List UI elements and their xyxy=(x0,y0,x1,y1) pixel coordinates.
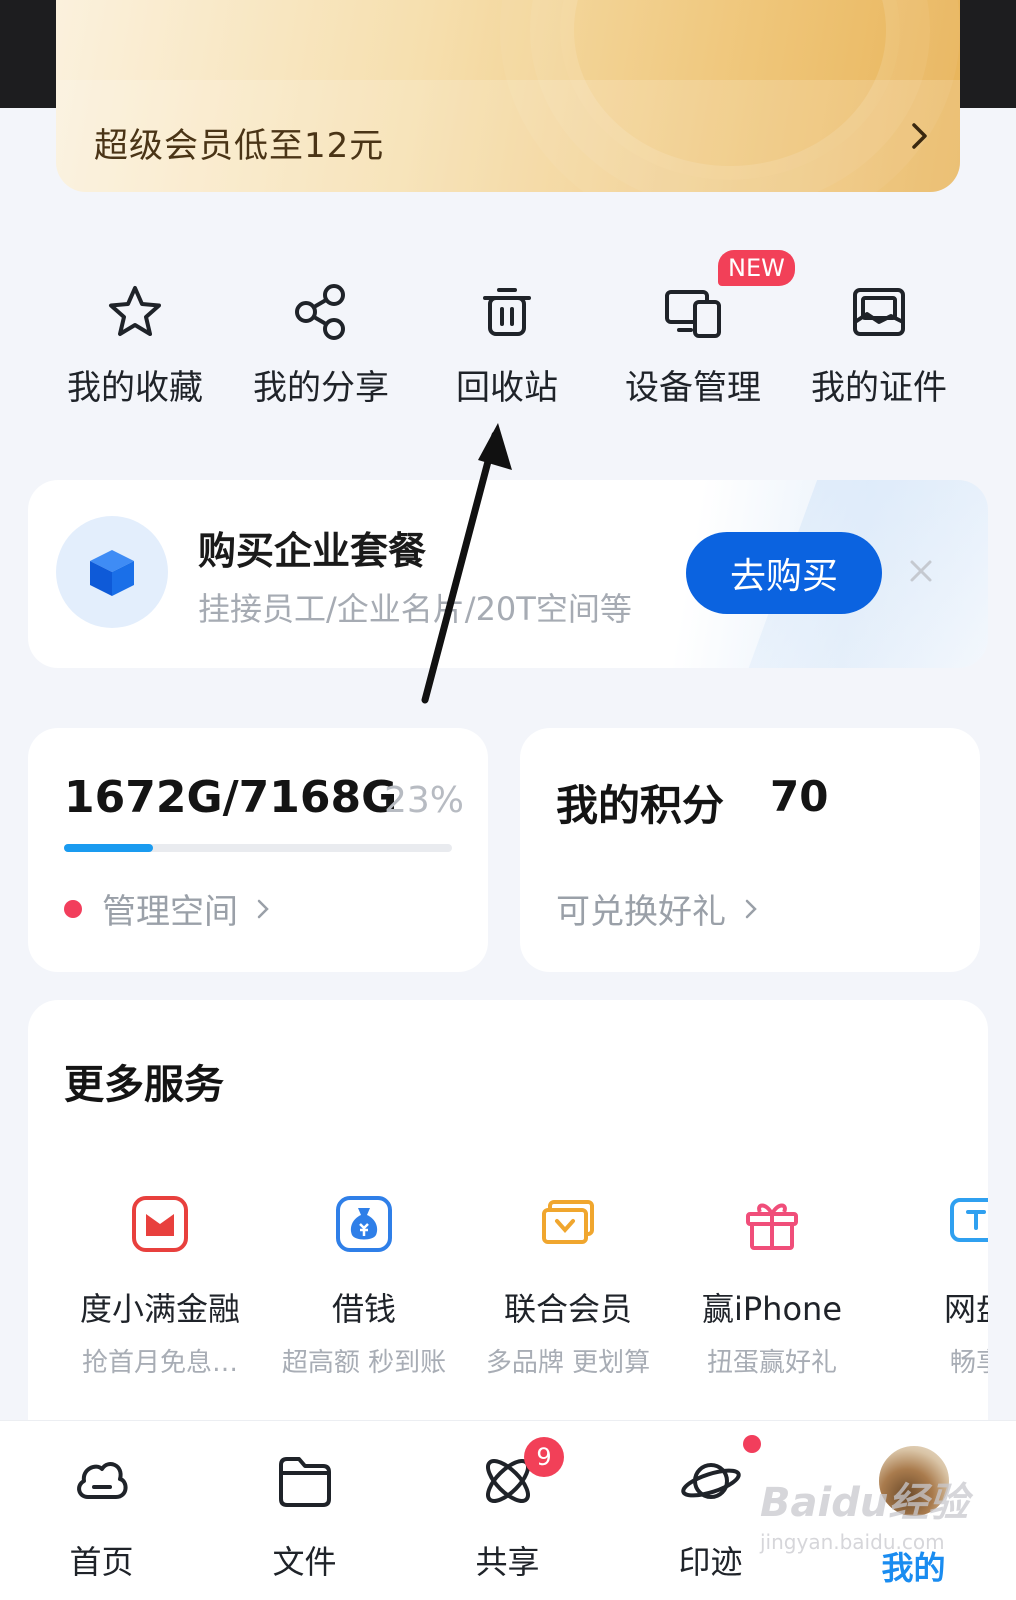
service-name: 联合会员 xyxy=(503,1290,632,1328)
tab-mine[interactable]: 我的 xyxy=(812,1421,1015,1600)
points-title: 我的积分 xyxy=(556,781,725,830)
devices-icon xyxy=(665,290,721,338)
chevron-right-icon xyxy=(257,899,269,918)
tab-label: 首页 xyxy=(69,1543,134,1581)
tab-home[interactable]: 首页 xyxy=(0,1421,203,1600)
business-title: 购买企业套餐 xyxy=(198,529,427,573)
vip-banner-text: 超级会员低至12元 xyxy=(94,126,385,166)
cube-icon xyxy=(90,550,134,596)
avatar xyxy=(875,1443,952,1519)
quick-action-devices[interactable]: NEW 设备管理 xyxy=(600,250,795,420)
netdisk-icon xyxy=(950,1198,988,1242)
membership-icon xyxy=(542,1200,594,1244)
notification-dot xyxy=(64,899,82,918)
redeem-gifts-link[interactable]: 可兑换好礼 xyxy=(556,884,762,933)
quick-action-favorites[interactable]: 我的收藏 xyxy=(42,280,228,420)
tab-label: 共享 xyxy=(475,1543,540,1581)
chevron-right-icon xyxy=(745,899,757,918)
close-icon[interactable] xyxy=(906,556,936,586)
service-joint-membership[interactable]: 联合会员 多品牌 更划算 xyxy=(466,1192,670,1379)
tab-label: 文件 xyxy=(272,1543,337,1581)
points-value: 70 xyxy=(770,772,829,821)
service-name: 赢iPhone xyxy=(701,1290,843,1328)
storage-used: 1672G/7168G xyxy=(64,772,398,823)
buy-button[interactable]: 去购买 xyxy=(686,532,882,614)
service-desc: 畅享 xyxy=(949,1348,988,1378)
quick-action-label: 我的分享 xyxy=(253,368,389,408)
star-icon xyxy=(109,286,161,336)
quick-action-shares[interactable]: 我的分享 xyxy=(228,280,414,420)
tab-share[interactable]: 9 共享 xyxy=(406,1421,609,1600)
quick-action-label: 我的证件 xyxy=(811,368,947,408)
business-logo xyxy=(56,516,168,628)
planet-icon xyxy=(680,1463,741,1499)
storage-card[interactable]: 1672G/7168G 23% 管理空间 xyxy=(28,728,488,972)
chevron-right-icon xyxy=(912,123,927,149)
cloud-icon xyxy=(76,1462,127,1499)
quick-actions: 我的收藏 我的分享 回收站 NEW 设备管理 我的证件 xyxy=(42,250,982,420)
service-name: 网盘 xyxy=(943,1290,988,1328)
quick-action-label: 设备管理 xyxy=(625,368,761,408)
storage-progress-bar xyxy=(64,844,452,852)
gift-icon xyxy=(746,1203,798,1250)
money-bag-icon xyxy=(336,1196,392,1252)
quick-action-certificates[interactable]: 我的证件 xyxy=(786,280,972,420)
service-desc: 多品牌 更划算 xyxy=(485,1348,651,1378)
service-netdisk[interactable]: 网盘 畅享 xyxy=(874,1192,988,1379)
service-desc: 超高额 秒到账 xyxy=(281,1348,447,1378)
tab-files[interactable]: 文件 xyxy=(203,1421,406,1600)
tab-label: 印迹 xyxy=(678,1543,743,1581)
vip-banner[interactable]: 超级会员低至12元 xyxy=(56,0,960,192)
service-win-iphone[interactable]: 赢iPhone 扭蛋赢好礼 xyxy=(670,1192,874,1379)
folder-icon xyxy=(278,1457,331,1507)
points-card[interactable]: 我的积分 70 可兑换好礼 xyxy=(520,728,980,972)
new-badge: NEW xyxy=(718,250,795,286)
trash-icon xyxy=(483,288,531,336)
quick-action-label: 回收站 xyxy=(456,368,558,408)
du-finance-icon xyxy=(132,1196,188,1252)
annotation-arrow xyxy=(421,423,512,704)
storage-progress-fill xyxy=(64,844,154,852)
services-title: 更多服务 xyxy=(64,1062,224,1108)
service-name: 借钱 xyxy=(331,1290,396,1328)
notification-dot xyxy=(743,1435,761,1453)
share-icon xyxy=(295,284,345,340)
service-desc: 扭蛋赢好礼 xyxy=(706,1348,837,1378)
manage-space-link[interactable]: 管理空间 xyxy=(64,884,274,933)
tab-label: 我的 xyxy=(881,1549,946,1587)
quick-action-recycle-bin[interactable]: 回收站 xyxy=(414,280,600,420)
service-name: 度小满金融 xyxy=(79,1290,240,1328)
redeem-gifts-label: 可兑换好礼 xyxy=(556,892,726,932)
storage-percent: 23% xyxy=(384,780,465,821)
manage-space-label: 管理空间 xyxy=(102,892,238,932)
service-du-finance[interactable]: 度小满金融 抢首月免息… xyxy=(58,1192,262,1379)
quick-action-label: 我的收藏 xyxy=(67,368,203,408)
notification-count-badge: 9 xyxy=(524,1437,564,1477)
service-borrow[interactable]: 借钱 超高额 秒到账 xyxy=(262,1192,466,1379)
tab-traces[interactable]: 印迹 xyxy=(609,1421,812,1600)
bottom-tab-bar: 首页 文件 9 共享 印迹 我的 xyxy=(0,1420,1016,1600)
services-row: 度小满金融 抢首月免息… 借钱 超高额 秒到账 联合会员 多品牌 更划算 赢iP… xyxy=(58,1192,988,1379)
service-desc: 抢首月免息… xyxy=(81,1348,238,1378)
id-card-icon xyxy=(853,288,905,336)
more-services-section: 更多服务 度小满金融 抢首月免息… 借钱 超高额 秒到账 联合会员 多品牌 更划… xyxy=(28,1000,988,1440)
